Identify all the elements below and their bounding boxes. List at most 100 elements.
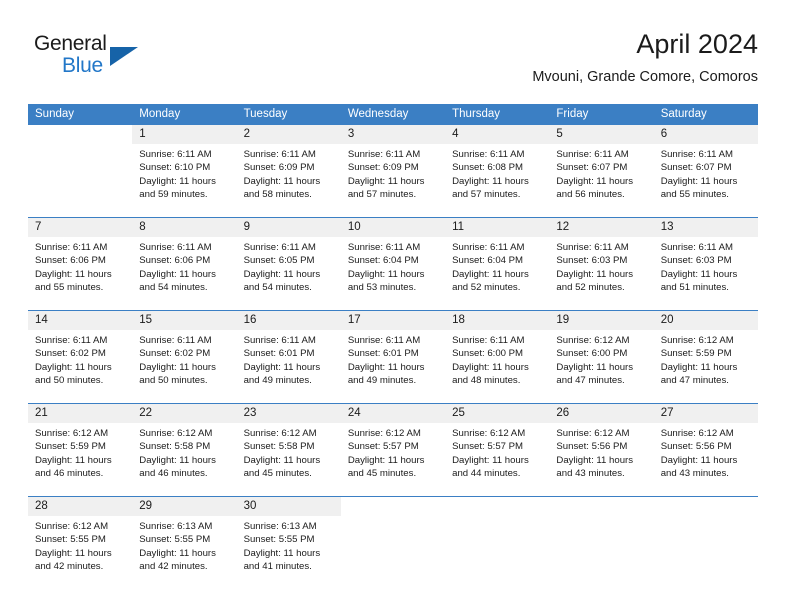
day-daylight-line: and 50 minutes. <box>35 374 104 386</box>
calendar-day-cell[interactable]: 3 Sunrise: 6:11 AM Sunset: 6:09 PM Daylight… <box>340 125 446 218</box>
day-sunset-line: Sunset: 6:07 PM <box>556 162 628 174</box>
calendar-day-cell[interactable]: 10 Sunrise: 6:11 AM Sunset: 6:04 PM Dayligh… <box>340 217 446 311</box>
calendar-day-cell[interactable]: 6 Sunrise: 6:11 AM Sunset: 6:07 PM Daylight… <box>653 125 758 218</box>
calendar-day-cell[interactable]: 7 Sunrise: 6:11 AM Sunset: 6:06 PM Daylight… <box>28 217 133 311</box>
calendar-day-cell[interactable]: 27 Sunrise: 6:12 AM Sunset: 5:56 PM Dayligh… <box>653 403 758 497</box>
day-sunrise-line: Sunrise: 6:11 AM <box>139 149 212 160</box>
day-number: 25 <box>445 404 550 423</box>
day-cell-body: 7 Sunrise: 6:11 AM Sunset: 6:06 PM Daylight… <box>28 218 133 310</box>
calendar-day-cell[interactable]: 29 Sunrise: 6:13 AM Sunset: 5:55 PM Dayligh… <box>132 496 237 589</box>
calendar-day-cell[interactable]: 26 Sunrise: 6:12 AM Sunset: 5:56 PM Dayligh… <box>549 403 654 497</box>
day-sunset-line: Sunset: 5:56 PM <box>556 441 628 453</box>
day-sunrise-line: Sunrise: 6:11 AM <box>347 149 421 160</box>
day-sunrise-line: Sunrise: 6:11 AM <box>556 242 629 253</box>
weekday-header-tuesday: Tuesday <box>236 104 341 125</box>
day-daylight-line: Daylight: 11 hours <box>243 175 321 187</box>
calendar-day-cell[interactable]: 4 Sunrise: 6:11 AM Sunset: 6:08 PM Daylight… <box>445 125 550 218</box>
day-daylight-line: and 54 minutes. <box>243 281 312 293</box>
day-number: 3 <box>340 125 446 144</box>
page-title: April 2024 <box>636 29 758 59</box>
day-daylight-line: and 50 minutes. <box>139 374 208 386</box>
calendar-day-cell[interactable]: 9 Sunrise: 6:11 AM Sunset: 6:05 PM Daylight… <box>236 217 341 311</box>
day-daylight-line: Daylight: 11 hours <box>35 268 112 280</box>
calendar-day-cell[interactable]: 16 Sunrise: 6:11 AM Sunset: 6:01 PM Dayligh… <box>236 310 341 404</box>
calendar-day-cell <box>653 496 758 589</box>
calendar-week-row: 7 Sunrise: 6:11 AM Sunset: 6:06 PM Daylight… <box>28 217 758 311</box>
day-cell-body: 30 Sunrise: 6:13 AM Sunset: 5:55 PM Dayligh… <box>236 497 341 589</box>
calendar-day-cell[interactable]: 21 Sunrise: 6:12 AM Sunset: 5:59 PM Dayligh… <box>28 403 133 497</box>
calendar-day-cell[interactable]: 30 Sunrise: 6:13 AM Sunset: 5:55 PM Dayligh… <box>236 496 341 589</box>
day-daylight-line: Daylight: 11 hours <box>556 268 634 280</box>
day-detail-lines: Sunrise: 6:13 AM Sunset: 5:55 PM Daylight:… <box>237 516 341 573</box>
day-daylight-line: Daylight: 11 hours <box>556 361 634 373</box>
calendar-day-cell[interactable]: 22 Sunrise: 6:12 AM Sunset: 5:58 PM Dayligh… <box>132 403 237 497</box>
day-sunset-line: Sunset: 5:57 PM <box>347 441 419 453</box>
calendar-day-cell[interactable]: 13 Sunrise: 6:11 AM Sunset: 6:03 PM Dayligh… <box>653 217 758 311</box>
calendar-day-cell[interactable]: 5 Sunrise: 6:11 AM Sunset: 6:07 PM Daylight… <box>549 125 654 218</box>
day-sunrise-line: Sunrise: 6:12 AM <box>660 335 734 346</box>
day-sunset-line: Sunset: 6:10 PM <box>139 162 211 174</box>
calendar-day-cell[interactable]: 25 Sunrise: 6:12 AM Sunset: 5:57 PM Dayligh… <box>445 403 550 497</box>
general-blue-logo[interactable]: General Blue <box>34 32 164 84</box>
calendar-day-cell[interactable]: 18 Sunrise: 6:11 AM Sunset: 6:00 PM Dayligh… <box>445 310 550 404</box>
calendar-day-cell[interactable]: 17 Sunrise: 6:11 AM Sunset: 6:01 PM Dayligh… <box>340 310 446 404</box>
day-daylight-line: and 55 minutes. <box>35 281 104 293</box>
calendar-day-cell[interactable]: 11 Sunrise: 6:11 AM Sunset: 6:04 PM Dayligh… <box>445 217 550 311</box>
calendar-day-cell[interactable]: 12 Sunrise: 6:11 AM Sunset: 6:03 PM Dayligh… <box>549 217 654 311</box>
day-cell-body: 29 Sunrise: 6:13 AM Sunset: 5:55 PM Dayligh… <box>132 497 237 589</box>
day-detail-lines <box>28 144 132 148</box>
day-detail-lines: Sunrise: 6:11 AM Sunset: 6:02 PM Daylight:… <box>28 330 132 387</box>
day-sunrise-line: Sunrise: 6:12 AM <box>139 428 213 439</box>
day-cell-body: 15 Sunrise: 6:11 AM Sunset: 6:02 PM Dayligh… <box>132 311 237 403</box>
day-daylight-line: Daylight: 11 hours <box>452 175 529 187</box>
day-number: 29 <box>132 497 237 516</box>
day-cell-body: 6 Sunrise: 6:11 AM Sunset: 6:07 PM Daylight… <box>653 125 758 217</box>
calendar-day-cell[interactable]: 2 Sunrise: 6:11 AM Sunset: 6:09 PM Daylight… <box>236 125 341 218</box>
day-daylight-line: Daylight: 11 hours <box>347 361 425 373</box>
day-daylight-line: and 57 minutes. <box>347 188 417 200</box>
day-cell-body <box>28 125 133 217</box>
day-daylight-line: Daylight: 11 hours <box>139 268 216 280</box>
calendar-header-row: Sunday Monday Tuesday Wednesday Thursday… <box>28 104 758 125</box>
day-daylight-line: and 47 minutes. <box>660 374 729 386</box>
day-daylight-line: and 44 minutes. <box>452 467 521 479</box>
day-detail-lines: Sunrise: 6:11 AM Sunset: 6:07 PM Daylight:… <box>549 144 653 201</box>
calendar-day-cell[interactable]: 20 Sunrise: 6:12 AM Sunset: 5:59 PM Dayligh… <box>653 310 758 404</box>
calendar-day-cell[interactable]: 14 Sunrise: 6:11 AM Sunset: 6:02 PM Dayligh… <box>28 310 133 404</box>
day-detail-lines: Sunrise: 6:11 AM Sunset: 6:07 PM Daylight:… <box>654 144 758 201</box>
day-daylight-line: and 53 minutes. <box>347 281 417 293</box>
day-daylight-line: and 45 minutes. <box>243 467 312 479</box>
calendar-day-cell[interactable]: 28 Sunrise: 6:12 AM Sunset: 5:55 PM Dayligh… <box>28 496 133 589</box>
day-sunrise-line: Sunrise: 6:12 AM <box>556 428 630 439</box>
day-daylight-line: Daylight: 11 hours <box>139 175 216 187</box>
day-daylight-line: and 42 minutes. <box>35 560 104 572</box>
calendar-day-cell <box>549 496 654 589</box>
calendar-week-row: 14 Sunrise: 6:11 AM Sunset: 6:02 PM Dayligh… <box>28 310 758 404</box>
day-cell-body: 9 Sunrise: 6:11 AM Sunset: 6:05 PM Daylight… <box>236 218 341 310</box>
day-sunrise-line: Sunrise: 6:11 AM <box>452 242 525 253</box>
day-sunset-line: Sunset: 6:01 PM <box>347 348 419 360</box>
calendar-day-cell[interactable]: 15 Sunrise: 6:11 AM Sunset: 6:02 PM Dayligh… <box>132 310 237 404</box>
day-detail-lines: Sunrise: 6:12 AM Sunset: 6:00 PM Daylight:… <box>549 330 653 387</box>
day-cell-body <box>653 497 758 589</box>
day-detail-lines <box>549 516 653 520</box>
calendar-day-cell[interactable]: 23 Sunrise: 6:12 AM Sunset: 5:58 PM Dayligh… <box>236 403 341 497</box>
calendar-body: 1 Sunrise: 6:11 AM Sunset: 6:10 PM Daylight… <box>28 125 758 589</box>
day-sunset-line: Sunset: 6:03 PM <box>556 255 628 267</box>
calendar-day-cell[interactable]: 8 Sunrise: 6:11 AM Sunset: 6:06 PM Daylight… <box>132 217 237 311</box>
day-sunrise-line: Sunrise: 6:11 AM <box>139 242 212 253</box>
day-detail-lines: Sunrise: 6:11 AM Sunset: 6:01 PM Daylight:… <box>237 330 341 387</box>
day-daylight-line: and 47 minutes. <box>556 374 625 386</box>
calendar-day-cell[interactable]: 24 Sunrise: 6:12 AM Sunset: 5:57 PM Dayligh… <box>340 403 446 497</box>
day-daylight-line: Daylight: 11 hours <box>347 175 425 187</box>
weekday-header-wednesday: Wednesday <box>340 104 446 125</box>
day-number: 16 <box>236 311 341 330</box>
day-daylight-line: Daylight: 11 hours <box>139 361 216 373</box>
day-sunrise-line: Sunrise: 6:13 AM <box>243 521 317 532</box>
calendar-day-cell[interactable]: 19 Sunrise: 6:12 AM Sunset: 6:00 PM Dayligh… <box>549 310 654 404</box>
calendar-day-cell[interactable]: 1 Sunrise: 6:11 AM Sunset: 6:10 PM Daylight… <box>132 125 237 218</box>
weekday-header-sunday: Sunday <box>28 104 133 125</box>
day-daylight-line: and 51 minutes. <box>660 281 729 293</box>
day-number: 23 <box>236 404 341 423</box>
day-detail-lines: Sunrise: 6:11 AM Sunset: 6:04 PM Daylight:… <box>445 237 549 294</box>
